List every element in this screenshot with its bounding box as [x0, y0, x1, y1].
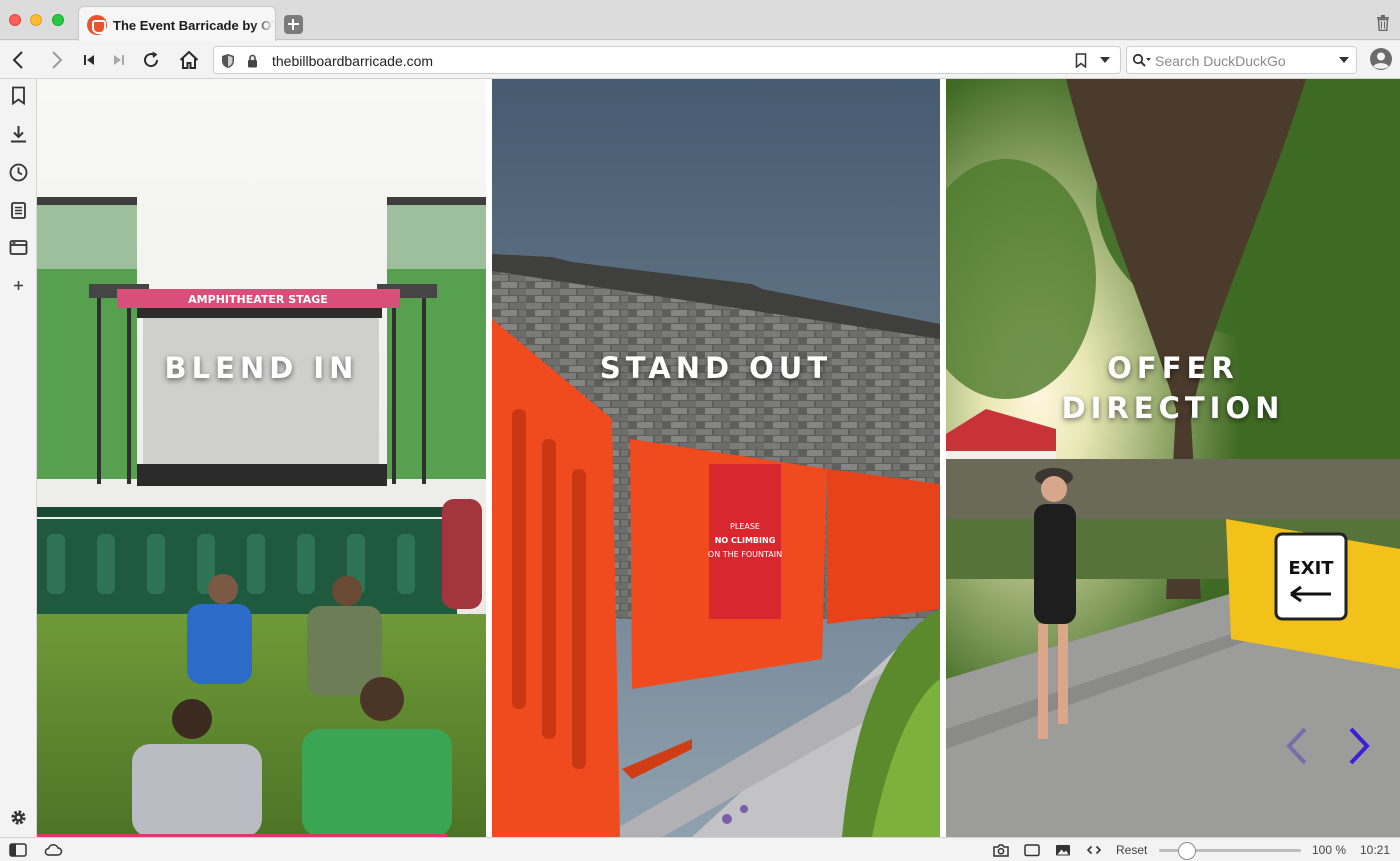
url-text[interactable]: thebillboardbarricade.com [272, 53, 433, 69]
hero-title-offer-direction-line2: DIRECTION [1061, 391, 1285, 425]
hero-panel-offer-direction[interactable]: EXIT OFFER DIRECTION [946, 79, 1400, 837]
maximize-window-button[interactable] [52, 14, 64, 26]
close-window-button[interactable] [9, 14, 21, 26]
images-toggle-icon[interactable] [1054, 842, 1072, 858]
new-tab-button[interactable] [284, 15, 303, 34]
browser-window: The Event Barricade by OTW Safety [0, 0, 1400, 861]
hero-title-blend-in: BLEND IN [164, 351, 359, 385]
festival-photo: EXIT [946, 79, 1400, 837]
forward-button[interactable] [44, 48, 68, 72]
fountain-sign-line2: NO CLIMBING [715, 536, 776, 545]
cloud-sync-icon[interactable] [43, 842, 63, 858]
page-viewport: AMPHITHEATER STAGE BLEND IN PLEASE NO CL… [37, 79, 1400, 837]
chevron-down-icon[interactable] [1339, 57, 1349, 64]
hero-title-offer-direction-line1: OFFER [1107, 351, 1239, 385]
carousel-next-arrow-icon[interactable] [1347, 727, 1371, 765]
history-panel-icon[interactable] [8, 162, 29, 183]
home-button[interactable] [177, 48, 201, 72]
hero-panel-blend-in[interactable]: AMPHITHEATER STAGE BLEND IN [37, 79, 486, 837]
chevron-down-icon[interactable] [1100, 57, 1110, 64]
side-panel [0, 79, 37, 837]
profile-avatar-icon[interactable] [1369, 47, 1393, 71]
fountain-sign-line3: ON THE FOUNTAIN [708, 550, 782, 559]
amphitheater-photo: AMPHITHEATER STAGE [37, 79, 486, 837]
fountain-sign-line1: PLEASE [730, 522, 760, 531]
page-actions-code-icon[interactable] [1085, 842, 1103, 858]
downloads-panel-icon[interactable] [8, 124, 29, 145]
bookmarks-panel-icon[interactable] [8, 85, 29, 106]
lock-icon [248, 54, 257, 68]
bookmark-icon[interactable] [1075, 53, 1087, 68]
tab-title: The Event Barricade by OTW Safety [113, 18, 275, 33]
search-input[interactable] [1155, 51, 1335, 70]
window-panel-icon[interactable] [8, 237, 29, 258]
notes-panel-icon[interactable] [8, 200, 29, 221]
back-button[interactable] [7, 48, 31, 72]
hero-panel-stand-out[interactable]: PLEASE NO CLIMBING ON THE FOUNTAIN STAND… [492, 79, 940, 837]
tab-active[interactable]: The Event Barricade by OTW Safety [78, 6, 276, 41]
site-favicon-icon [87, 15, 107, 35]
exit-sign-text: EXIT [1288, 558, 1334, 579]
clock-label: 10:21 [1360, 843, 1391, 857]
screenshot-camera-icon[interactable] [992, 842, 1010, 858]
fountain-photo: PLEASE NO CLIMBING ON THE FOUNTAIN [492, 79, 940, 837]
search-engine-icon[interactable] [1132, 53, 1152, 68]
shield-icon[interactable] [221, 53, 235, 69]
settings-gear-icon[interactable] [8, 807, 29, 828]
carousel-previous-arrow-icon[interactable] [1285, 727, 1309, 765]
add-panel-icon[interactable] [8, 275, 29, 296]
tile-view-icon[interactable] [1023, 842, 1041, 858]
minimize-window-button[interactable] [30, 14, 42, 26]
address-bar[interactable]: thebillboardbarricade.com [213, 46, 1121, 74]
stage-banner-text: AMPHITHEATER STAGE [188, 293, 328, 306]
search-bar[interactable] [1126, 46, 1357, 74]
tab-bar: The Event Barricade by OTW Safety [0, 0, 1400, 41]
status-bar: Reset 100 % 10:21 [0, 837, 1400, 861]
zoom-slider-thumb[interactable] [1178, 842, 1196, 860]
reload-button[interactable] [139, 48, 163, 72]
zoom-level-label: 100 % [1312, 843, 1347, 857]
fast-forward-button[interactable] [106, 48, 130, 72]
zoom-reset-button[interactable]: Reset [1116, 843, 1147, 857]
hero-title-stand-out: STAND OUT [599, 351, 833, 385]
panel-toggle-icon[interactable] [9, 842, 27, 858]
rewind-button[interactable] [78, 48, 102, 72]
trash-icon[interactable] [1376, 15, 1390, 31]
navigation-toolbar: thebillboardbarricade.com [0, 41, 1400, 79]
